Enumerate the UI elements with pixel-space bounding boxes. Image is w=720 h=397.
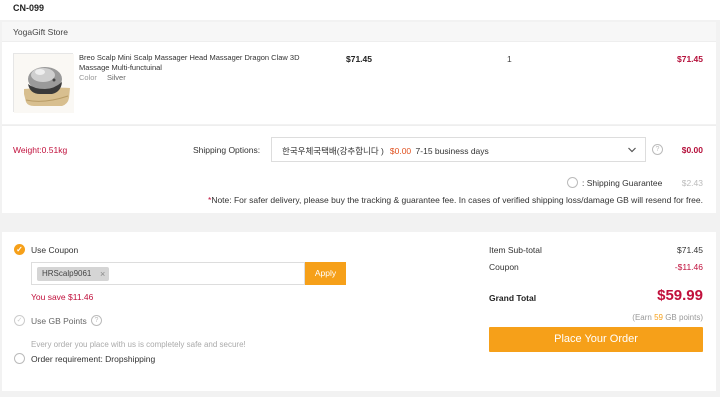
coupon-code-tag: HRScalp9061 — [37, 267, 110, 281]
earn-prefix: (Earn — [632, 313, 655, 322]
coupon-summary-value: -$11.46 — [674, 262, 703, 272]
use-coupon-label[interactable]: Use Coupon — [31, 245, 78, 255]
color-value: Silver — [106, 73, 126, 82]
close-icon[interactable]: × — [100, 267, 105, 281]
shipping-method-price: $0.00 — [389, 146, 412, 156]
product-color: Color Silver — [79, 73, 126, 82]
check-circle-icon[interactable]: ✓ — [14, 244, 25, 255]
earn-suffix: GB points) — [662, 313, 703, 322]
subtotal-value: $71.45 — [677, 245, 703, 255]
apply-button[interactable]: Apply — [305, 262, 346, 285]
grand-total-value: $59.99 — [657, 287, 703, 304]
chevron-down-icon[interactable] — [627, 145, 637, 155]
color-label: Color — [79, 73, 97, 82]
product-title[interactable]: Breo Scalp Mini Scalp Massager Head Mass… — [79, 53, 324, 73]
shipping-method-name: 한국우체국택배(강추합니다 ) — [282, 146, 384, 156]
quantity: 1 — [507, 54, 512, 64]
order-id: CN-099 — [13, 3, 45, 13]
coupon-summary-label: Coupon — [489, 262, 519, 272]
place-order-button[interactable]: Place Your Order — [489, 327, 703, 352]
line-total: $71.45 — [677, 54, 703, 64]
shipping-note: *Note: For safer delivery, please buy th… — [208, 195, 703, 205]
checkout-panel — [2, 232, 716, 391]
gb-points-help-icon[interactable]: ? — [91, 315, 102, 326]
top-bar — [0, 0, 720, 20]
weight: Weight:0.51kg — [13, 145, 68, 155]
safe-secure-text: Every order you place with us is complet… — [31, 340, 246, 349]
subtotal-label: Item Sub-total — [489, 245, 542, 255]
shipping-cost: $0.00 — [681, 145, 703, 155]
gb-points-check-icon[interactable]: ✓ — [14, 315, 25, 326]
shipping-method-days: 7-15 business days — [415, 146, 489, 156]
shipping-guarantee-label: : Shipping Guarantee — [582, 178, 663, 188]
shipping-guarantee-price: $2.43 — [681, 178, 703, 188]
question-circle-icon[interactable]: ? — [652, 144, 663, 155]
grand-total-label: Grand Total — [489, 293, 537, 303]
earn-gb-points: (Earn 59 GB points) — [632, 313, 703, 322]
store-header — [2, 22, 716, 42]
shipping-method[interactable]: 한국우체국택배(강추합니다 ) $0.00 7-15 business days — [282, 145, 489, 157]
order-requirement-label: Order requirement: Dropshipping — [31, 354, 156, 364]
earn-points: 59 — [654, 313, 663, 322]
product-thumbnail[interactable] — [13, 53, 74, 113]
order-requirement-radio[interactable] — [14, 353, 25, 364]
unit-price: $71.45 — [346, 54, 372, 64]
shipping-options-label: Shipping Options: — [193, 145, 261, 155]
you-save-text: You save $11.46 — [31, 292, 94, 302]
store-name[interactable]: YogaGift Store — [13, 27, 68, 37]
use-gb-points-label[interactable]: Use GB Points — [31, 316, 87, 326]
massager-image — [14, 54, 74, 113]
note-text: Note: For safer delivery, please buy the… — [211, 195, 703, 205]
shipping-guarantee-radio[interactable] — [567, 177, 578, 188]
